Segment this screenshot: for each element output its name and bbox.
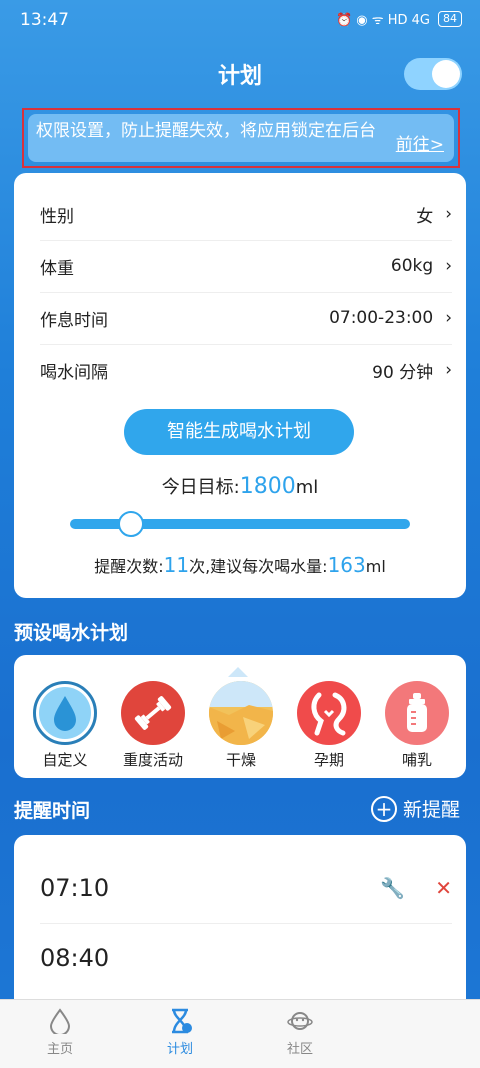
reminder-row[interactable]: 08:40: [40, 923, 452, 993]
permission-notice[interactable]: 权限设置，防止提醒失效，将应用锁定在后台 前往>: [22, 108, 460, 168]
add-reminder-label: 新提醒: [402, 799, 460, 821]
reminder-time: 07:10: [40, 874, 110, 902]
notice-go-link[interactable]: 前往>: [396, 130, 444, 155]
daily-goal: 今日目标:1800ml: [14, 473, 466, 499]
tip-mid: 次,建议每次喝水量:: [189, 557, 328, 576]
preset-custom[interactable]: 自定义: [30, 681, 100, 770]
preset-label: 重度活动: [122, 751, 183, 769]
toggle-knob: [432, 60, 460, 88]
water-drop-icon: [20, 1008, 100, 1038]
goal-prefix: 今日目标:: [161, 477, 240, 498]
tip-unit: ml: [365, 557, 386, 576]
status-icons: ⏰ ◉ ᯤ HD 4G 84: [336, 10, 462, 28]
tab-community[interactable]: 社区: [260, 1008, 340, 1057]
status-bar: 13:47 ⏰ ◉ ᯤ HD 4G 84: [0, 0, 480, 40]
presets-title: 预设喝水计划: [14, 622, 129, 644]
goal-slider-handle[interactable]: [118, 511, 145, 537]
preset-label: 哺乳: [401, 751, 432, 769]
setting-label: 喝水间隔: [40, 362, 108, 383]
preset-label: 自定义: [42, 751, 88, 769]
plus-circle-icon: +: [370, 795, 397, 822]
reminder-time: 08:40: [40, 944, 110, 972]
preset-pregnancy[interactable]: 孕期: [294, 681, 364, 770]
chevron-right-icon: ›: [445, 308, 452, 328]
generate-plan-button[interactable]: 智能生成喝水计划: [124, 409, 354, 455]
preset-nursing[interactable]: 哺乳: [382, 681, 452, 770]
notice-banner: 权限设置，防止提醒失效，将应用锁定在后台 前往>: [28, 114, 454, 162]
setting-label: 作息时间: [40, 310, 108, 331]
indicator-triangle: [228, 667, 248, 677]
setting-value: 女: [416, 206, 434, 227]
tab-label: 社区: [286, 1042, 313, 1057]
setting-row-gender[interactable]: 性别 女 ›: [40, 188, 452, 241]
status-time: 13:47: [20, 10, 69, 30]
wrench-icon[interactable]: 🔧: [380, 876, 405, 900]
desert-icon: [209, 681, 273, 745]
tab-home[interactable]: 主页: [20, 1008, 100, 1057]
preset-dry[interactable]: 干燥: [206, 667, 276, 770]
tab-label: 计划: [166, 1042, 193, 1057]
preset-label: 孕期: [313, 751, 344, 769]
settings-card: 性别 女 › 体重 60kg › 作息时间 07:00-23:00 › 喝水间隔 90…: [14, 173, 466, 598]
goal-unit: ml: [295, 477, 319, 498]
tip-amount: 163: [327, 553, 366, 577]
delete-icon[interactable]: ✕: [435, 876, 452, 900]
reminder-row[interactable]: 07:10 🔧 ✕: [40, 853, 452, 924]
setting-value: 07:00-23:00: [329, 308, 434, 328]
planet-icon: [260, 1008, 340, 1038]
bottom-tab-bar: 主页 计划 社区: [0, 999, 480, 1068]
tip-prefix: 提醒次数:: [94, 557, 164, 576]
reminders-title: 提醒时间: [14, 800, 91, 822]
preset-label: 干燥: [225, 751, 256, 769]
tab-label: 主页: [46, 1042, 73, 1057]
preset-heavy-activity[interactable]: 重度活动: [118, 681, 188, 770]
water-drop-icon: [33, 681, 97, 745]
dumbbell-icon: [121, 681, 185, 745]
setting-value: 60kg: [390, 256, 434, 276]
pregnancy-icon: [297, 681, 361, 745]
add-reminder-button[interactable]: + 新提醒: [370, 795, 460, 822]
reminder-tip: 提醒次数:11次,建议每次喝水量:163ml: [14, 553, 466, 577]
battery-icon: 84: [438, 11, 462, 27]
chevron-right-icon: ›: [445, 256, 452, 276]
tab-plan[interactable]: 计划: [140, 1008, 220, 1057]
hourglass-icon: [140, 1008, 220, 1038]
reminder-toggle[interactable]: [404, 58, 462, 90]
setting-row-weight[interactable]: 体重 60kg ›: [40, 240, 452, 293]
tip-count: 11: [163, 553, 190, 577]
setting-row-schedule[interactable]: 作息时间 07:00-23:00 ›: [40, 292, 452, 345]
setting-row-interval[interactable]: 喝水间隔 90 分钟 ›: [40, 344, 452, 396]
goal-value: 1800: [239, 474, 296, 499]
baby-bottle-icon: [385, 681, 449, 745]
setting-value: 90 分钟: [372, 362, 434, 383]
status-icon-row: ⏰ ◉ ᯤ HD 4G: [335, 13, 430, 28]
setting-label: 性别: [40, 206, 74, 227]
chevron-right-icon: ›: [445, 360, 452, 380]
notice-text: 权限设置，防止提醒失效，将应用锁定在后台: [36, 121, 376, 141]
setting-label: 体重: [40, 258, 74, 279]
presets-card: 自定义 重度活动 干燥 孕期 哺乳: [14, 655, 466, 778]
chevron-right-icon: ›: [445, 204, 452, 224]
